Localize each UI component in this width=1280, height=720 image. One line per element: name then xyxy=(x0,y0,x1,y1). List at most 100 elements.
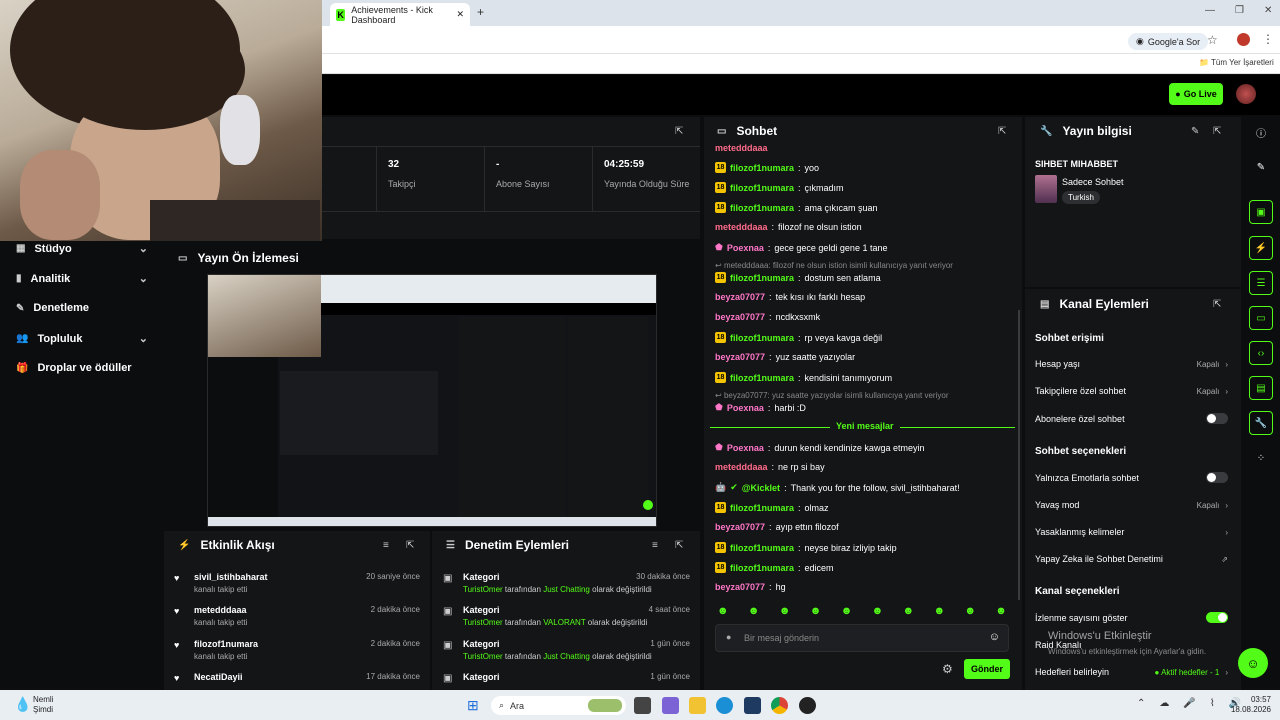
chrome-icon[interactable] xyxy=(771,697,788,714)
list-item: ♥ NecatiDayii 17 dakika önce xyxy=(174,672,420,683)
minimize-icon[interactable]: — xyxy=(1205,5,1215,16)
bolt-icon[interactable]: ⚡ xyxy=(1249,236,1273,260)
chat-icon[interactable]: ▭ xyxy=(1249,306,1273,330)
avatar[interactable] xyxy=(1236,84,1256,104)
system-tray[interactable]: ⌃ ☁ 🎤 ⌇ 🔊 xyxy=(1137,698,1241,709)
taskbar-search[interactable]: ⌕ Ara xyxy=(491,696,626,715)
copilot-icon[interactable] xyxy=(662,697,679,714)
store-icon[interactable] xyxy=(744,697,761,714)
sidebar-item-drops[interactable]: 🎁 Droplar ve ödüller xyxy=(16,362,148,374)
info-icon[interactable]: ⓘ xyxy=(1249,120,1273,144)
video-icon[interactable]: ▣ xyxy=(1249,200,1273,224)
emote-icon[interactable]: ☻ xyxy=(748,605,760,619)
users-icon: 👥 xyxy=(16,333,29,344)
chevron-down-icon: ⌄ xyxy=(138,273,148,285)
popout-icon[interactable]: ⇱ xyxy=(675,126,683,137)
stat-subscribers: - Abone Sayısı xyxy=(496,159,550,189)
emote-bar[interactable]: ☻ ☻ ☻ ☻ ☻ ☻ ☻ ☻ ☻ ☻ xyxy=(717,605,1007,619)
pencil-icon[interactable]: ✎ xyxy=(1249,155,1273,179)
emote-icon[interactable]: ☻ xyxy=(933,605,945,619)
emote-icon[interactable]: ☻ xyxy=(779,605,791,619)
ai-moderation-row[interactable]: Yapay Zeka ile Sohbet Denetimi ⇗ xyxy=(1035,554,1228,564)
popout-icon[interactable]: ⇱ xyxy=(406,540,414,551)
popout-icon[interactable]: ⇱ xyxy=(675,540,683,551)
preview-title: ▭ Yayın Ön İzlemesi xyxy=(178,251,299,265)
emote-icon[interactable]: ☻ xyxy=(841,605,853,619)
emoji-icon[interactable]: ☺ xyxy=(989,631,1000,643)
category-icon: ▣ xyxy=(443,606,453,617)
popout-icon[interactable]: ⇱ xyxy=(1213,299,1221,310)
heart-icon: ♥ xyxy=(174,606,180,616)
close-icon[interactable]: ✕ xyxy=(456,9,464,20)
support-chat-icon[interactable]: ☺ xyxy=(1238,648,1268,678)
emote-icon[interactable]: ☻ xyxy=(872,605,884,619)
filter-icon[interactable]: ≡ xyxy=(383,540,389,551)
stream-info-panel xyxy=(1025,117,1241,287)
send-button[interactable]: Gönder xyxy=(964,659,1010,679)
show-viewers-toggle[interactable] xyxy=(1206,612,1228,623)
followers-only-row[interactable]: Takipçilere özel sohbet Kapalı › xyxy=(1035,386,1228,396)
chat-message: 18 filozof1numara: yoo xyxy=(715,162,820,173)
all-bookmarks[interactable]: 📁 Tüm Yer İşaretleri xyxy=(1199,58,1274,67)
account-age-row[interactable]: Hesap yaşı Kapalı › xyxy=(1035,359,1228,369)
emote-icon[interactable]: ☻ xyxy=(964,605,976,619)
category-icon: ▣ xyxy=(443,573,453,584)
chevron-right-icon: › xyxy=(1225,359,1228,369)
box-icon[interactable]: ▤ xyxy=(1249,376,1273,400)
menu-dots-icon[interactable]: ⋮ xyxy=(1262,32,1274,46)
chat-input[interactable]: ● Bir mesaj gönderin ☺ xyxy=(715,624,1009,652)
wrench-icon[interactable]: 🔧 xyxy=(1249,411,1273,435)
apps-icon[interactable]: ⁘ xyxy=(1249,446,1273,470)
edit-icon[interactable]: ✎ xyxy=(1191,126,1199,137)
popout-icon[interactable]: ⇱ xyxy=(998,126,1006,137)
weather-widget[interactable]: Nemli Şimdi xyxy=(33,695,53,715)
chevron-down-icon: ⌄ xyxy=(138,333,148,345)
windows-start-icon[interactable]: ⊞ xyxy=(467,697,479,714)
chat-message: beyza07077: tek kısı ıkı farklı hesap xyxy=(715,292,866,302)
settings-icon[interactable]: ⚙ xyxy=(942,662,953,676)
emote-icon[interactable]: ☻ xyxy=(995,605,1007,619)
stream-preview[interactable] xyxy=(207,274,657,527)
emote-icon[interactable]: ☻ xyxy=(717,605,729,619)
list-item: ♥ sivil_istihbaharat kanalı takip etti 20… xyxy=(174,572,420,594)
obs-icon[interactable] xyxy=(799,697,816,714)
subs-only-toggle[interactable] xyxy=(1206,413,1228,424)
popout-icon[interactable]: ⇱ xyxy=(1213,126,1221,137)
list-icon: ☰ xyxy=(446,539,455,551)
new-tab-icon[interactable]: + xyxy=(477,5,484,19)
sidebar-item-studio[interactable]: ▦ Stüdyo ⌄ xyxy=(16,242,148,256)
emote-only-toggle[interactable] xyxy=(1206,472,1228,483)
browser-tab[interactable]: K Achievements - Kick Dashboard ✕ xyxy=(330,3,470,26)
clock[interactable]: 03:57 18.08.2026 xyxy=(1227,695,1271,715)
screen-icon: ▭ xyxy=(178,252,188,264)
mic-icon[interactable]: 🎤 xyxy=(1183,698,1195,709)
go-live-button[interactable]: ● Go Live xyxy=(1169,83,1223,105)
category-icon: ▣ xyxy=(443,673,453,684)
maximize-icon[interactable]: ❐ xyxy=(1235,5,1244,16)
slow-mode-row[interactable]: Yavaş mod Kapalı › xyxy=(1035,500,1228,510)
badge-icon: ⬟ xyxy=(715,242,723,252)
chevron-up-icon[interactable]: ⌃ xyxy=(1137,698,1145,709)
file-explorer-icon[interactable] xyxy=(689,697,706,714)
star-icon[interactable]: ☆ xyxy=(1207,33,1218,47)
category-name: Sadece Sohbet xyxy=(1062,177,1124,187)
sidebar-item-moderation[interactable]: ✎ Denetleme xyxy=(16,302,148,314)
filter-icon[interactable]: ≡ xyxy=(652,540,658,551)
cloud-icon[interactable]: ☁ xyxy=(1159,698,1169,709)
code-icon[interactable]: ‹› xyxy=(1249,341,1273,365)
banned-words-row[interactable]: Yasaklanmış kelimeler › xyxy=(1035,527,1228,537)
google-ask-button[interactable]: ◉ Google'a Sor xyxy=(1128,33,1209,50)
task-view-icon[interactable] xyxy=(634,697,651,714)
wifi-icon[interactable]: ⌇ xyxy=(1210,698,1215,709)
sidebar-item-community[interactable]: 👥 Topluluk ⌄ xyxy=(16,332,148,346)
goals-row[interactable]: Hedefleri belirleyin ● Aktif hedefler - 1… xyxy=(1035,667,1228,677)
profile-icon[interactable] xyxy=(1237,33,1250,46)
window-controls[interactable]: — ❐ ✕ xyxy=(1205,5,1272,16)
emote-icon[interactable]: ☻ xyxy=(810,605,822,619)
list-icon[interactable]: ☰ xyxy=(1249,271,1273,295)
chat-message: 18 filozof1numara: rp veya kavga değil xyxy=(715,332,883,343)
edge-icon[interactable] xyxy=(716,697,733,714)
close-window-icon[interactable]: ✕ xyxy=(1264,5,1272,16)
sidebar-item-analytics[interactable]: ▮ Analitik ⌄ xyxy=(16,272,148,286)
emote-icon[interactable]: ☻ xyxy=(903,605,915,619)
